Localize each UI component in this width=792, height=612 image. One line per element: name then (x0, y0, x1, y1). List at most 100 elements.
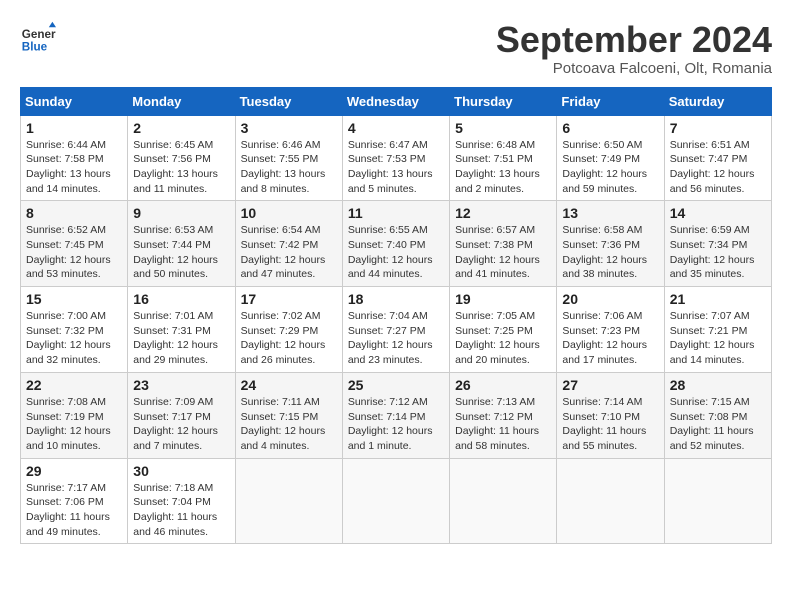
day-number: 18 (348, 291, 444, 307)
calendar-week-row: 15 Sunrise: 7:00 AM Sunset: 7:32 PM Dayli… (21, 287, 772, 373)
cell-info: Sunrise: 6:48 AM Sunset: 7:51 PM Dayligh… (455, 138, 551, 197)
cell-info: Sunrise: 6:58 AM Sunset: 7:36 PM Dayligh… (562, 223, 658, 282)
cell-info: Sunrise: 7:18 AM Sunset: 7:04 PM Dayligh… (133, 481, 229, 540)
day-number: 17 (241, 291, 337, 307)
cell-info: Sunrise: 6:51 AM Sunset: 7:47 PM Dayligh… (670, 138, 766, 197)
day-number: 15 (26, 291, 122, 307)
calendar-cell: 30Sunrise: 7:18 AM Sunset: 7:04 PM Dayli… (128, 458, 235, 544)
day-number: 27 (562, 377, 658, 393)
calendar-cell: 1Sunrise: 6:44 AM Sunset: 7:58 PM Daylig… (21, 115, 128, 201)
calendar-cell: 19 Sunrise: 7:05 AM Sunset: 7:25 PM Dayli… (450, 287, 557, 373)
day-number: 24 (241, 377, 337, 393)
calendar-cell: 10 Sunrise: 6:54 AM Sunset: 7:42 PM Dayli… (235, 201, 342, 287)
calendar-cell: 4Sunrise: 6:47 AM Sunset: 7:53 PM Daylig… (342, 115, 449, 201)
calendar-cell: 26 Sunrise: 7:13 AM Sunset: 7:12 PM Dayli… (450, 372, 557, 458)
weekday-header: Monday (128, 87, 235, 115)
day-number: 9 (133, 205, 229, 221)
weekday-header: Wednesday (342, 87, 449, 115)
calendar-cell: 24 Sunrise: 7:11 AM Sunset: 7:15 PM Dayli… (235, 372, 342, 458)
cell-info: Sunrise: 6:59 AM Sunset: 7:34 PM Dayligh… (670, 223, 766, 282)
day-number: 19 (455, 291, 551, 307)
cell-info: Sunrise: 7:05 AM Sunset: 7:25 PM Dayligh… (455, 309, 551, 368)
day-number: 20 (562, 291, 658, 307)
cell-info: Sunrise: 6:45 AM Sunset: 7:56 PM Dayligh… (133, 138, 229, 197)
calendar-table: SundayMondayTuesdayWednesdayThursdayFrid… (20, 87, 772, 545)
cell-info: Sunrise: 7:04 AM Sunset: 7:27 PM Dayligh… (348, 309, 444, 368)
calendar-cell (557, 458, 664, 544)
day-number: 5 (455, 120, 551, 136)
calendar-week-row: 29 Sunrise: 7:17 AM Sunset: 7:06 PM Dayli… (21, 458, 772, 544)
day-number: 7 (670, 120, 766, 136)
cell-info: Sunrise: 6:54 AM Sunset: 7:42 PM Dayligh… (241, 223, 337, 282)
weekday-header: Thursday (450, 87, 557, 115)
logo-icon: General Blue (20, 20, 56, 56)
calendar-cell: 8 Sunrise: 6:52 AM Sunset: 7:45 PM Daylig… (21, 201, 128, 287)
day-number: 12 (455, 205, 551, 221)
cell-info: Sunrise: 7:11 AM Sunset: 7:15 PM Dayligh… (241, 395, 337, 454)
day-number: 22 (26, 377, 122, 393)
calendar-cell: 14 Sunrise: 6:59 AM Sunset: 7:34 PM Dayli… (664, 201, 771, 287)
calendar-cell: 22Sunrise: 7:08 AM Sunset: 7:19 PM Dayli… (21, 372, 128, 458)
day-number: 21 (670, 291, 766, 307)
cell-info: Sunrise: 7:07 AM Sunset: 7:21 PM Dayligh… (670, 309, 766, 368)
day-number: 6 (562, 120, 658, 136)
calendar-cell: 3Sunrise: 6:46 AM Sunset: 7:55 PM Daylig… (235, 115, 342, 201)
cell-info: Sunrise: 6:50 AM Sunset: 7:49 PM Dayligh… (562, 138, 658, 197)
day-number: 3 (241, 120, 337, 136)
cell-info: Sunrise: 7:12 AM Sunset: 7:14 PM Dayligh… (348, 395, 444, 454)
cell-info: Sunrise: 6:57 AM Sunset: 7:38 PM Dayligh… (455, 223, 551, 282)
cell-info: Sunrise: 6:55 AM Sunset: 7:40 PM Dayligh… (348, 223, 444, 282)
cell-info: Sunrise: 7:17 AM Sunset: 7:06 PM Dayligh… (26, 481, 122, 540)
weekday-header: Friday (557, 87, 664, 115)
day-number: 14 (670, 205, 766, 221)
day-number: 29 (26, 463, 122, 479)
cell-info: Sunrise: 6:44 AM Sunset: 7:58 PM Dayligh… (26, 138, 122, 197)
calendar-cell: 18 Sunrise: 7:04 AM Sunset: 7:27 PM Dayli… (342, 287, 449, 373)
calendar-cell: 11 Sunrise: 6:55 AM Sunset: 7:40 PM Dayli… (342, 201, 449, 287)
day-number: 4 (348, 120, 444, 136)
calendar-cell: 2 Sunrise: 6:45 AM Sunset: 7:56 PM Daylig… (128, 115, 235, 201)
weekday-header: Tuesday (235, 87, 342, 115)
cell-info: Sunrise: 6:53 AM Sunset: 7:44 PM Dayligh… (133, 223, 229, 282)
day-number: 25 (348, 377, 444, 393)
day-number: 26 (455, 377, 551, 393)
cell-info: Sunrise: 7:14 AM Sunset: 7:10 PM Dayligh… (562, 395, 658, 454)
day-number: 2 (133, 120, 229, 136)
day-number: 13 (562, 205, 658, 221)
page-header: General Blue September 2024 Potcoava Fal… (20, 20, 772, 77)
day-number: 11 (348, 205, 444, 221)
calendar-week-row: 22Sunrise: 7:08 AM Sunset: 7:19 PM Dayli… (21, 372, 772, 458)
cell-info: Sunrise: 7:06 AM Sunset: 7:23 PM Dayligh… (562, 309, 658, 368)
calendar-cell: 29 Sunrise: 7:17 AM Sunset: 7:06 PM Dayli… (21, 458, 128, 544)
day-number: 10 (241, 205, 337, 221)
calendar-cell: 21 Sunrise: 7:07 AM Sunset: 7:21 PM Dayli… (664, 287, 771, 373)
location: Potcoava Falcoeni, Olt, Romania (496, 60, 772, 77)
calendar-cell: 23Sunrise: 7:09 AM Sunset: 7:17 PM Dayli… (128, 372, 235, 458)
calendar-cell: 5 Sunrise: 6:48 AM Sunset: 7:51 PM Daylig… (450, 115, 557, 201)
calendar-cell: 16 Sunrise: 7:01 AM Sunset: 7:31 PM Dayli… (128, 287, 235, 373)
month-title: September 2024 (496, 20, 772, 60)
calendar-cell: 13 Sunrise: 6:58 AM Sunset: 7:36 PM Dayli… (557, 201, 664, 287)
cell-info: Sunrise: 7:13 AM Sunset: 7:12 PM Dayligh… (455, 395, 551, 454)
weekday-header: Sunday (21, 87, 128, 115)
calendar-header: SundayMondayTuesdayWednesdayThursdayFrid… (21, 87, 772, 115)
cell-info: Sunrise: 7:01 AM Sunset: 7:31 PM Dayligh… (133, 309, 229, 368)
calendar-week-row: 1Sunrise: 6:44 AM Sunset: 7:58 PM Daylig… (21, 115, 772, 201)
weekday-header: Saturday (664, 87, 771, 115)
title-block: September 2024 Potcoava Falcoeni, Olt, R… (496, 20, 772, 77)
calendar-cell (235, 458, 342, 544)
cell-info: Sunrise: 7:02 AM Sunset: 7:29 PM Dayligh… (241, 309, 337, 368)
calendar-cell (342, 458, 449, 544)
day-number: 16 (133, 291, 229, 307)
calendar-cell: 17 Sunrise: 7:02 AM Sunset: 7:29 PM Dayli… (235, 287, 342, 373)
calendar-cell (450, 458, 557, 544)
calendar-cell: 25 Sunrise: 7:12 AM Sunset: 7:14 PM Dayli… (342, 372, 449, 458)
cell-info: Sunrise: 7:09 AM Sunset: 7:17 PM Dayligh… (133, 395, 229, 454)
day-number: 8 (26, 205, 122, 221)
cell-info: Sunrise: 7:00 AM Sunset: 7:32 PM Dayligh… (26, 309, 122, 368)
calendar-cell: 27 Sunrise: 7:14 AM Sunset: 7:10 PM Dayli… (557, 372, 664, 458)
logo: General Blue (20, 20, 56, 56)
cell-info: Sunrise: 7:15 AM Sunset: 7:08 PM Dayligh… (670, 395, 766, 454)
calendar-cell: 6 Sunrise: 6:50 AM Sunset: 7:49 PM Daylig… (557, 115, 664, 201)
cell-info: Sunrise: 6:52 AM Sunset: 7:45 PM Dayligh… (26, 223, 122, 282)
